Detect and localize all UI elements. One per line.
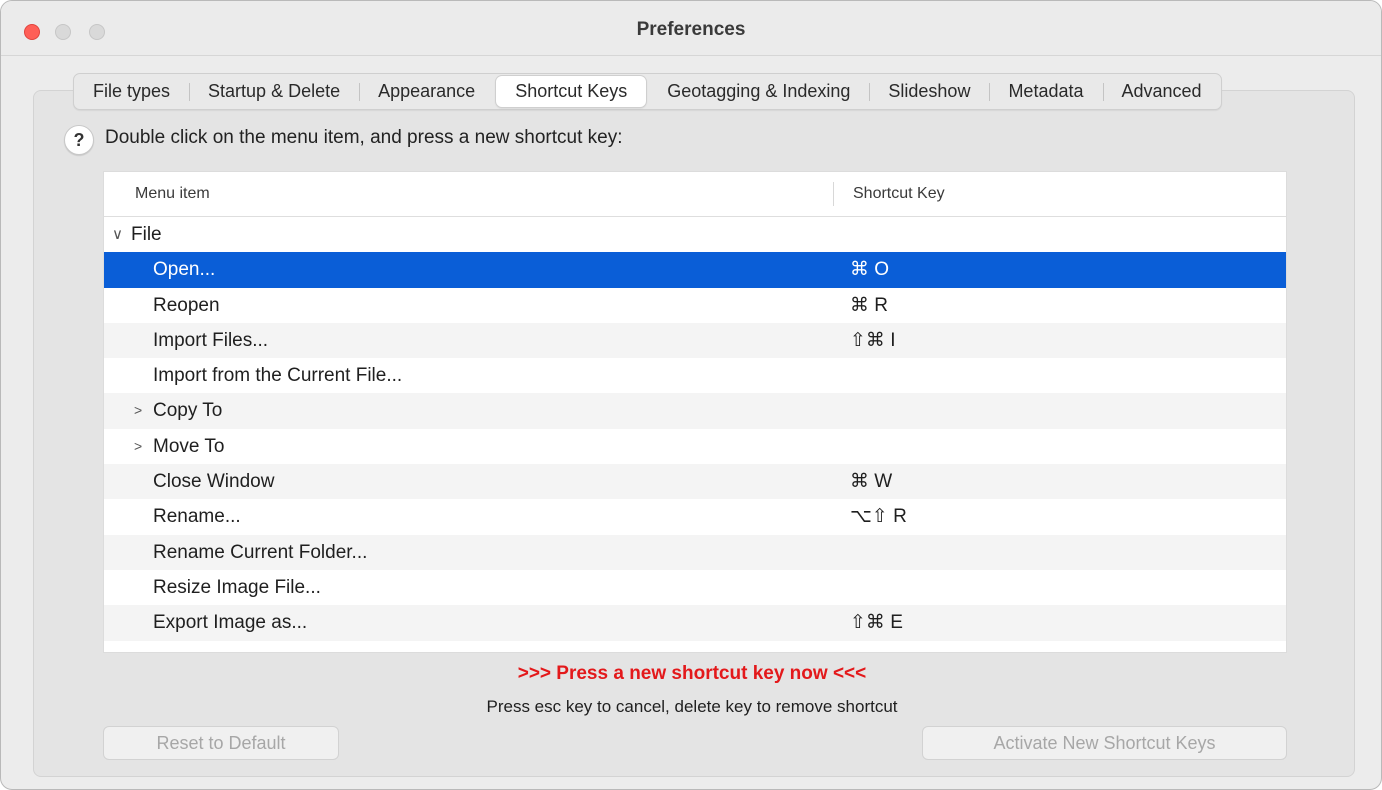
shortcut-key-value: ⇧⌘ I <box>850 329 896 351</box>
help-button[interactable]: ? <box>64 125 94 155</box>
menu-item-label: Export Image as... <box>153 612 308 634</box>
shortcut-key-value: ⌘ R <box>850 294 888 316</box>
menu-item-label: Copy To <box>153 400 223 422</box>
title-bar: Preferences <box>1 1 1381 56</box>
table-row[interactable]: Rename Current Folder... <box>104 534 1286 570</box>
table-row[interactable]: Reopen ⌘ R <box>104 288 1286 323</box>
tab-geotagging-indexing[interactable]: Geotagging & Indexing <box>648 74 869 109</box>
tab-shortcut-keys[interactable]: Shortcut Keys <box>496 76 647 107</box>
menu-item-label: Import Files... <box>153 329 269 351</box>
tab-startup-delete[interactable]: Startup & Delete <box>189 74 359 109</box>
menu-item-label: Move To <box>153 435 225 457</box>
table-row[interactable]: Close Window ⌘ W <box>104 464 1286 500</box>
cancel-hint-text: Press esc key to cancel, delete key to r… <box>486 697 898 716</box>
column-header-menu-item[interactable]: Menu item <box>135 185 210 203</box>
shortcut-key-value: ⇧⌘ E <box>850 612 903 634</box>
reset-to-default-button[interactable]: Reset to Default <box>103 726 339 760</box>
table-row[interactable]: Import from the Current File... <box>104 358 1286 393</box>
menu-item-label: Rename Current Folder... <box>153 541 368 563</box>
chevron-right-icon[interactable]: > <box>134 429 142 464</box>
column-header-shortcut-key[interactable]: Shortcut Key <box>853 185 945 203</box>
menu-item-label: Resize Image File... <box>153 576 321 598</box>
tab-file-types[interactable]: File types <box>74 74 189 109</box>
table-header: Menu item Shortcut Key <box>104 172 1286 217</box>
table-group-row[interactable]: > Move To <box>104 429 1286 464</box>
shortcut-key-value: ⌘ W <box>850 471 893 493</box>
menu-item-label: Close Window <box>153 471 275 493</box>
tab-advanced[interactable]: Advanced <box>1102 74 1221 109</box>
table-row[interactable]: Export Image as... ⇧⌘ E <box>104 605 1286 641</box>
window-title: Preferences <box>636 19 746 40</box>
menu-item-label: Reopen <box>153 294 220 316</box>
menu-item-label: Open... <box>153 259 216 281</box>
instruction-text: Double click on the menu item, and press… <box>105 127 623 148</box>
shortcut-table: Menu item Shortcut Key ∨ File Open... ⌘ O Re… <box>103 171 1287 653</box>
table-row[interactable]: Rename... ⌥⇧ R <box>104 499 1286 534</box>
press-shortcut-message: >>> Press a new shortcut key now <<< <box>517 663 867 684</box>
shortcut-key-value: ⌥⇧ R <box>850 506 907 528</box>
table-group-row[interactable]: ∨ File <box>104 217 1286 252</box>
column-divider[interactable] <box>833 182 834 206</box>
shortcut-key-value: ⌘ O <box>850 259 890 281</box>
tab-metadata[interactable]: Metadata <box>989 74 1102 109</box>
menu-item-label: Rename... <box>153 506 241 528</box>
menu-item-label: File <box>131 224 162 245</box>
table-group-row[interactable]: > Copy To <box>104 393 1286 429</box>
chevron-down-icon[interactable]: ∨ <box>112 217 123 252</box>
activate-shortcut-keys-button[interactable]: Activate New Shortcut Keys <box>922 726 1287 760</box>
table-body: ∨ File Open... ⌘ O Reopen ⌘ R Import Files... ⇧… <box>104 217 1286 641</box>
tab-bar: File types Startup & Delete Appearance Shor… <box>73 73 1222 110</box>
tab-slideshow[interactable]: Slideshow <box>869 74 989 109</box>
table-row[interactable]: Import Files... ⇧⌘ I <box>104 322 1286 359</box>
table-row[interactable]: Open... ⌘ O <box>104 252 1286 288</box>
preferences-window: Preferences File types Startup & Delete Ap… <box>0 0 1382 790</box>
tab-appearance[interactable]: Appearance <box>359 74 494 109</box>
menu-item-label: Import from the Current File... <box>153 365 403 387</box>
chevron-right-icon[interactable]: > <box>134 393 142 428</box>
table-row[interactable]: Resize Image File... <box>104 570 1286 605</box>
